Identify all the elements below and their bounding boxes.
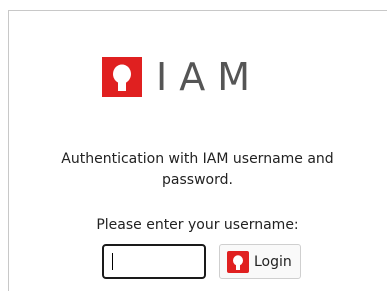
brand-name: IAM xyxy=(156,55,262,99)
username-prompt: Please enter your username: xyxy=(96,217,299,233)
text-cursor xyxy=(112,253,113,270)
iam-logo-icon xyxy=(227,250,249,273)
login-button-label: Login xyxy=(254,253,292,270)
auth-description: Authentication with IAM username and pas… xyxy=(8,149,387,191)
username-input[interactable] xyxy=(102,244,206,279)
auth-description-line-2: password. xyxy=(162,172,233,188)
brand-header: IAM xyxy=(102,57,262,97)
iam-logo-icon xyxy=(102,57,142,97)
auth-description-line-1: Authentication with IAM username and xyxy=(61,151,334,167)
login-button[interactable]: Login xyxy=(219,244,301,279)
